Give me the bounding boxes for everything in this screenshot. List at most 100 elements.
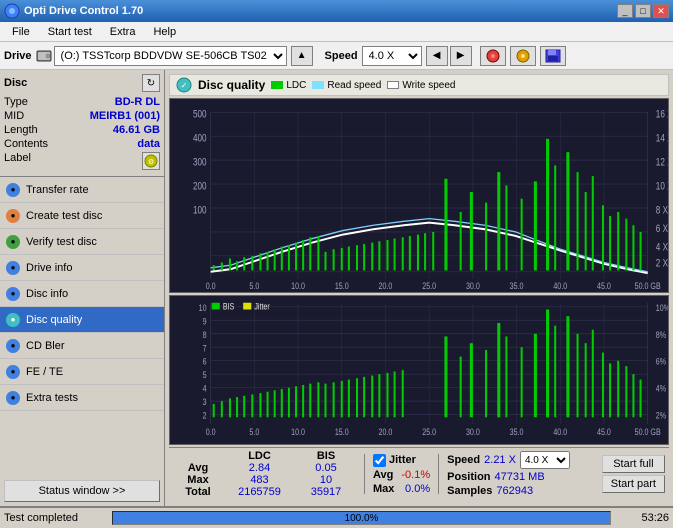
transfer-rate-icon: ●: [6, 183, 20, 197]
svg-text:50.0 GB: 50.0 GB: [635, 426, 661, 437]
sidebar-item-transfer-rate[interactable]: ● Transfer rate: [0, 177, 164, 203]
disc-quality-header-icon: ✓: [176, 77, 192, 93]
svg-text:14 X: 14 X: [656, 133, 668, 145]
svg-text:10 X: 10 X: [656, 180, 668, 192]
disc-label-button[interactable]: ⚙: [142, 152, 160, 170]
svg-text:45.0: 45.0: [597, 426, 611, 437]
svg-text:12 X: 12 X: [656, 156, 668, 168]
sidebar-item-drive-info[interactable]: ● Drive info: [0, 255, 164, 281]
drive-eject-button[interactable]: ▲: [291, 46, 313, 66]
content-area: ✓ Disc quality LDC Read speed Write spee…: [165, 70, 673, 506]
time-display: 53:26: [619, 512, 669, 524]
svg-text:20.0: 20.0: [379, 426, 393, 437]
speed-section: Speed 2.21 X 4.0 X Position 47731 MB Sam…: [447, 451, 570, 497]
divider-2: [438, 454, 439, 494]
bis-avg: 0.05: [296, 462, 356, 474]
start-full-button[interactable]: Start full: [602, 455, 665, 473]
svg-text:4 X: 4 X: [656, 242, 668, 254]
svg-text:8 X: 8 X: [656, 204, 668, 216]
speed-select[interactable]: 4.0 X: [362, 46, 422, 66]
start-part-button[interactable]: Start part: [602, 475, 665, 493]
svg-text:200: 200: [193, 180, 207, 192]
svg-text:✓: ✓: [181, 81, 188, 90]
speed-buttons: ◀ ▶: [426, 46, 472, 66]
svg-text:20.0: 20.0: [379, 281, 393, 291]
sidebar-item-disc-quality[interactable]: ● Disc quality: [0, 307, 164, 333]
cd-bler-icon: ●: [6, 339, 20, 353]
jitter-section: Jitter Avg -0.1% Max 0.0%: [373, 454, 430, 495]
close-button[interactable]: ✕: [653, 4, 669, 18]
svg-text:10%: 10%: [656, 302, 668, 313]
speed-stat-select[interactable]: 4.0 X: [520, 451, 570, 469]
svg-text:300: 300: [193, 156, 207, 168]
svg-text:4%: 4%: [656, 382, 667, 393]
titlebar: Opti Drive Control 1.70 _ □ ✕: [0, 0, 673, 22]
position-value: 47731 MB: [495, 471, 545, 483]
type-value: BD-R DL: [115, 96, 160, 108]
sidebar-item-fe-te[interactable]: ● FE / TE: [0, 359, 164, 385]
disc-action-button-1[interactable]: [480, 46, 506, 66]
length-value: 46.61 GB: [113, 124, 160, 136]
svg-text:Jitter: Jitter: [254, 300, 270, 311]
svg-text:2%: 2%: [656, 409, 667, 420]
svg-text:25.0: 25.0: [422, 426, 436, 437]
disc-label-label: Label: [4, 152, 31, 170]
legend-ldc-label: LDC: [286, 80, 306, 91]
sidebar: Disc ↻ Type BD-R DL MID MEIRB1 (001) Len…: [0, 70, 165, 506]
statusbar: Test completed 100.0% 53:26: [0, 506, 673, 528]
disc-title: Disc: [4, 77, 27, 89]
disc-refresh-button[interactable]: ↻: [142, 74, 160, 92]
disc-action-button-2[interactable]: [510, 46, 536, 66]
menu-help[interactable]: Help: [145, 24, 184, 40]
sidebar-item-disc-info[interactable]: ● Disc info: [0, 281, 164, 307]
drive-info-icon: ●: [6, 261, 20, 275]
drive-select[interactable]: (O:) TSSTcorp BDDVDW SE-506CB TS02: [54, 46, 287, 66]
svg-text:3: 3: [203, 396, 207, 407]
sidebar-item-create-test-disc[interactable]: ● Create test disc: [0, 203, 164, 229]
ldc-header: LDC: [227, 450, 292, 462]
legend-write-speed: Write speed: [387, 80, 455, 91]
jitter-max: 0.0%: [405, 483, 430, 495]
menu-starttest[interactable]: Start test: [40, 24, 100, 40]
stats-area: LDC BIS Avg 2.84 0.05 Max 483 10 Total 2…: [169, 447, 669, 502]
chart-header: ✓ Disc quality LDC Read speed Write spee…: [169, 74, 669, 96]
status-window-button[interactable]: Status window >>: [4, 480, 160, 502]
maximize-button[interactable]: □: [635, 4, 651, 18]
drive-icon: [36, 48, 52, 64]
menu-file[interactable]: File: [4, 24, 38, 40]
svg-text:15.0: 15.0: [335, 281, 349, 291]
app-icon: [4, 3, 20, 19]
jitter-max-label: Max: [373, 483, 394, 495]
svg-text:35.0: 35.0: [510, 281, 524, 291]
contents-label: Contents: [4, 138, 48, 150]
speed-up-button[interactable]: ▶: [450, 46, 472, 66]
create-test-disc-label: Create test disc: [26, 210, 102, 222]
chart-container: ✓ Disc quality LDC Read speed Write spee…: [165, 70, 673, 506]
sidebar-item-extra-tests[interactable]: ● Extra tests: [0, 385, 164, 411]
svg-text:45.0: 45.0: [597, 281, 611, 291]
disc-quality-label: Disc quality: [26, 314, 82, 326]
minimize-button[interactable]: _: [617, 4, 633, 18]
jitter-checkbox[interactable]: [373, 454, 386, 467]
speed-label: Speed: [325, 50, 358, 62]
svg-text:0.0: 0.0: [206, 281, 216, 291]
svg-text:100: 100: [193, 204, 207, 216]
disc-panel: Disc ↻ Type BD-R DL MID MEIRB1 (001) Len…: [0, 70, 164, 177]
menu-extra[interactable]: Extra: [102, 24, 144, 40]
speed-down-button[interactable]: ◀: [426, 46, 448, 66]
length-label: Length: [4, 124, 38, 136]
legend-read-speed-color: [312, 81, 324, 89]
sidebar-item-verify-test-disc[interactable]: ● Verify test disc: [0, 229, 164, 255]
drivebar: Drive (O:) TSSTcorp BDDVDW SE-506CB TS02…: [0, 42, 673, 70]
extra-tests-label: Extra tests: [26, 392, 78, 404]
svg-text:6 X: 6 X: [656, 223, 668, 235]
bis-max: 10: [296, 474, 356, 486]
save-button[interactable]: [540, 46, 566, 66]
disc-quality-icon: ●: [6, 313, 20, 327]
extra-tests-icon: ●: [6, 391, 20, 405]
svg-text:2: 2: [203, 409, 207, 420]
sidebar-item-cd-bler[interactable]: ● CD Bler: [0, 333, 164, 359]
svg-text:400: 400: [193, 133, 207, 145]
svg-text:9: 9: [203, 315, 207, 326]
svg-text:2 X: 2 X: [656, 257, 668, 269]
